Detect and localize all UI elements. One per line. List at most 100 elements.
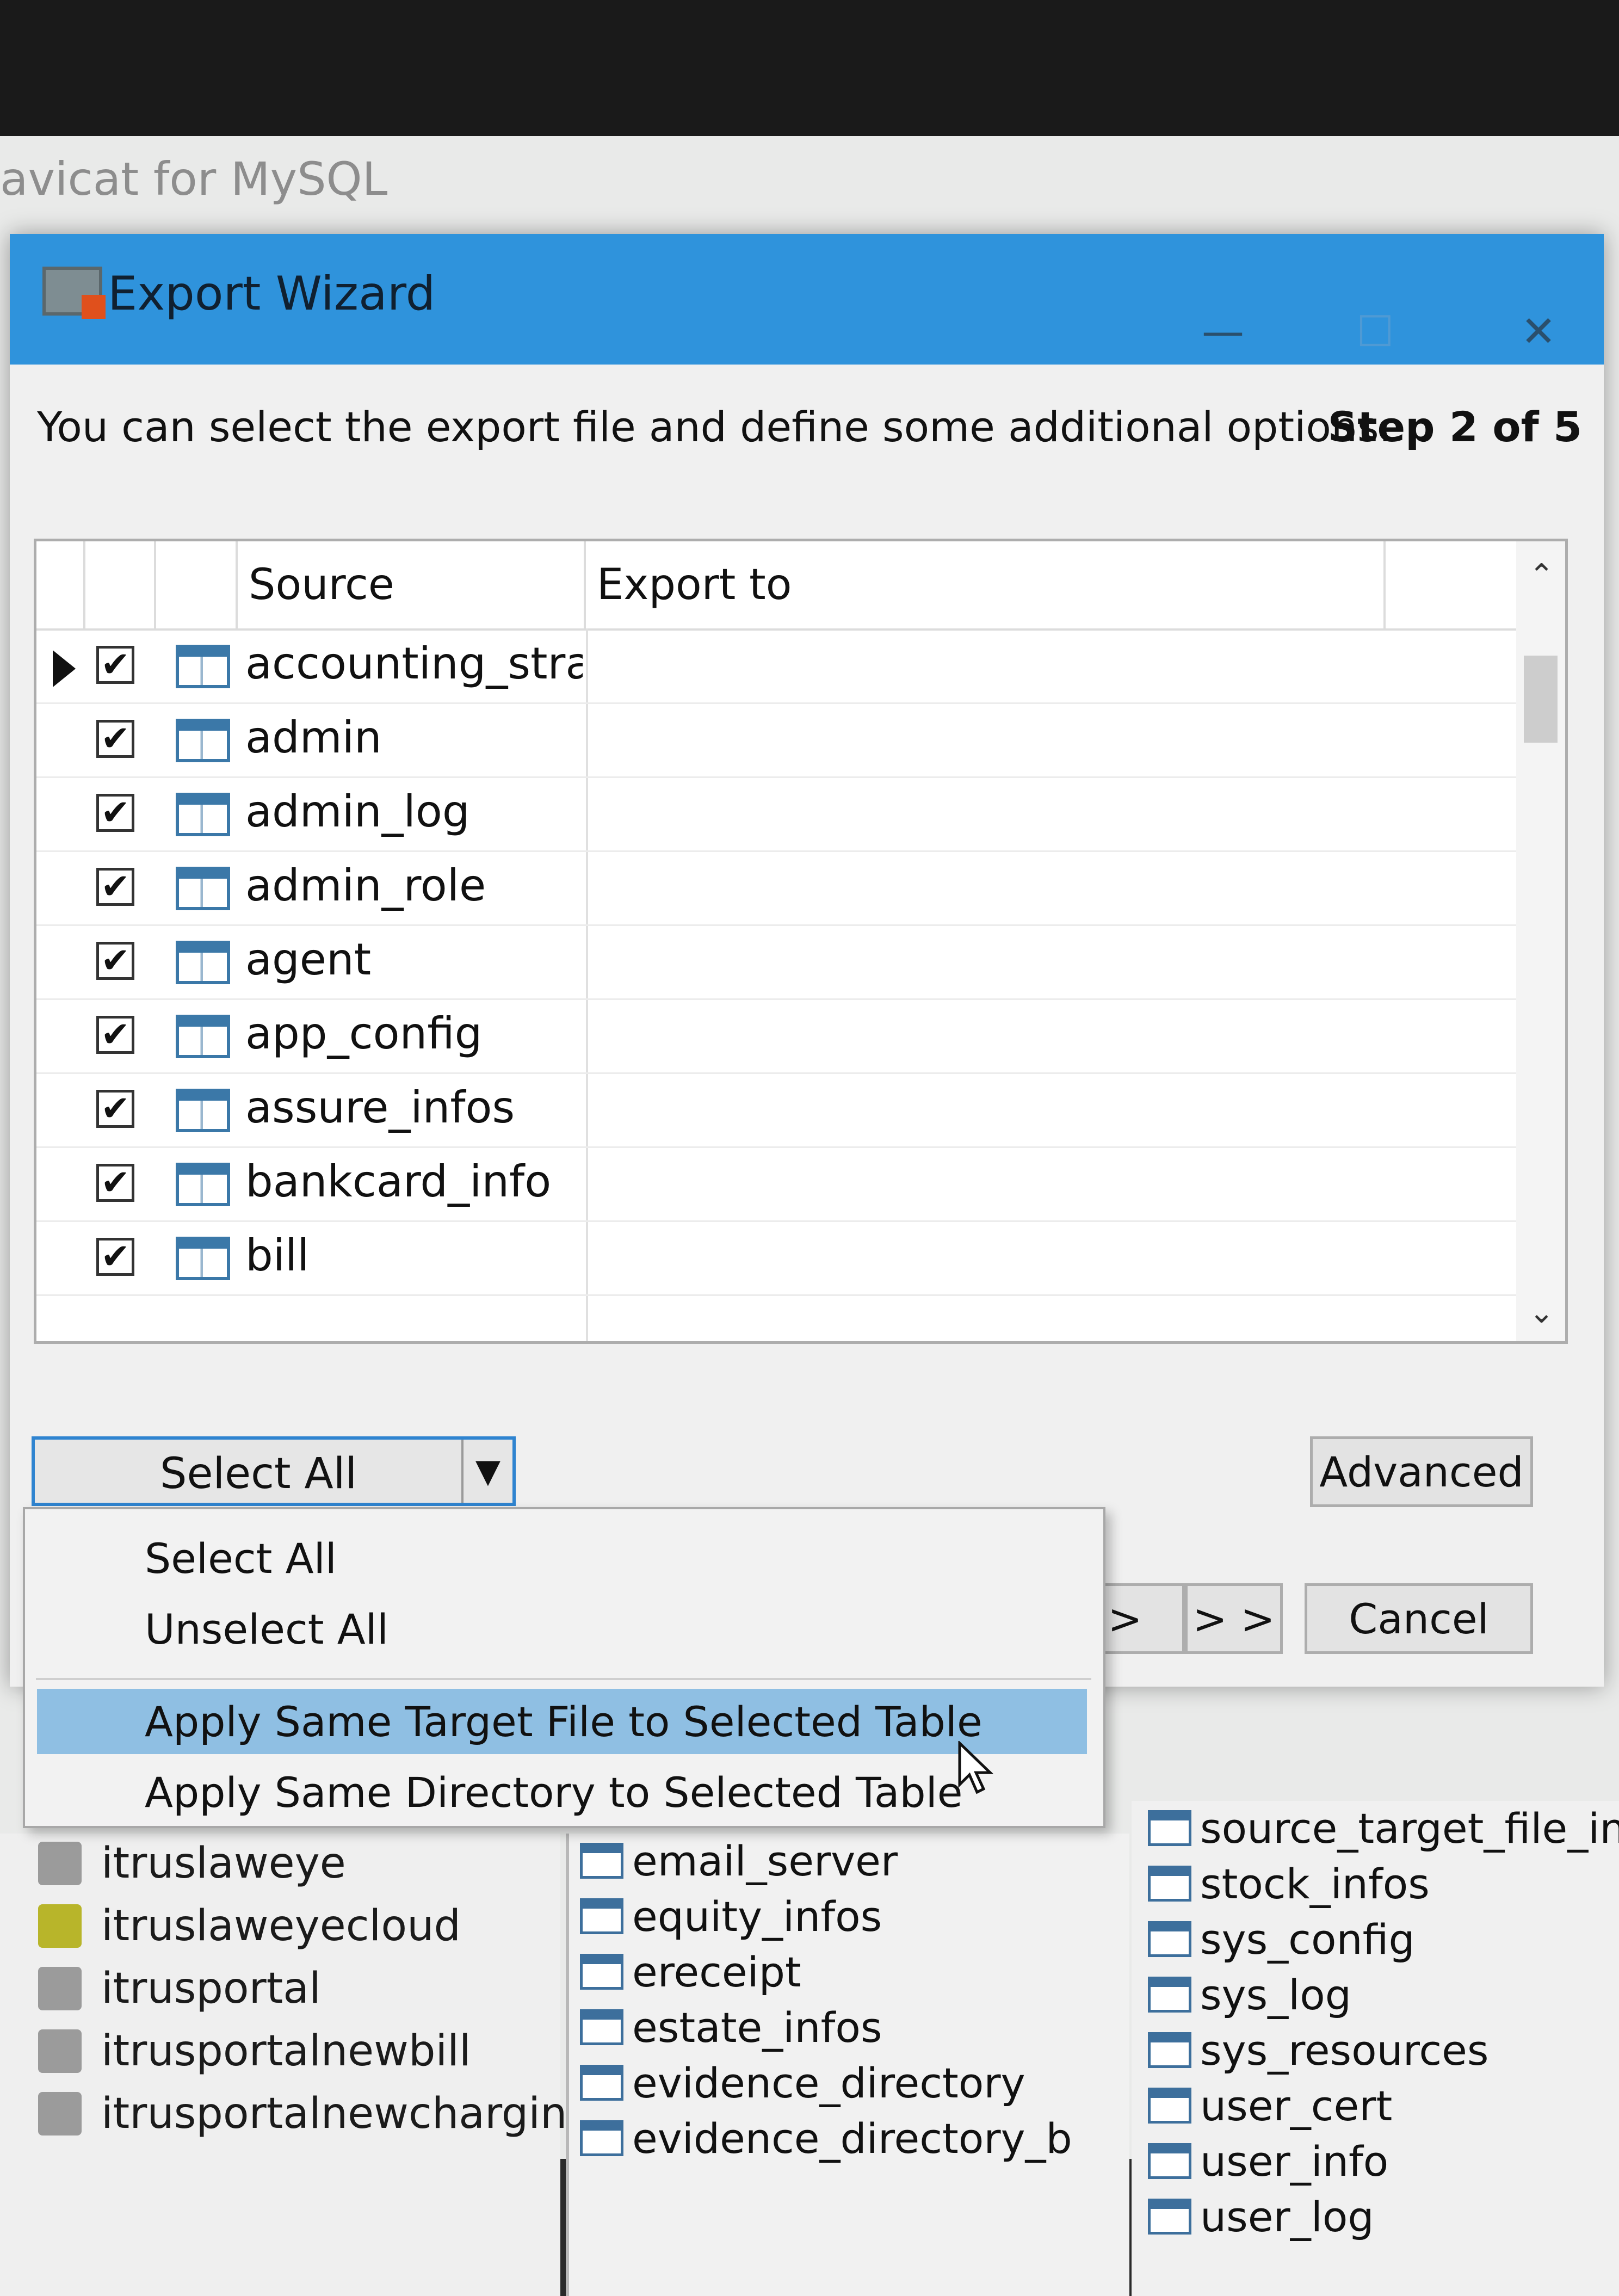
wizard-app-icon (42, 267, 106, 319)
table-item[interactable]: sys_log (1148, 1967, 1351, 2022)
title-bar[interactable]: Export Wizard — ☐ ✕ (10, 234, 1604, 365)
table-item[interactable]: email_server (580, 1834, 898, 1888)
database-item[interactable]: itrusportalnewbill (38, 2021, 471, 2081)
table-icon (176, 1089, 230, 1132)
row-checkbox[interactable]: ✔ (96, 720, 134, 758)
row-checkbox[interactable]: ✔ (96, 1090, 134, 1128)
table-row[interactable]: ✔ admin_role (36, 850, 1527, 926)
table-icon (1148, 1866, 1191, 1902)
table-item[interactable]: user_cert (1148, 2078, 1392, 2133)
app-title: avicat for MySQL (0, 152, 388, 206)
table-item[interactable]: evidence_directory_b (580, 2111, 1072, 2165)
table-row[interactable]: ✔ assure_infos (36, 1072, 1527, 1148)
database-item[interactable]: itruslaweyecloud (38, 1896, 461, 1956)
dropdown-arrow-icon[interactable]: ▼ (461, 1440, 512, 1503)
maximize-button[interactable]: ☐ (1343, 305, 1408, 359)
table-item[interactable]: equity_infos (580, 1889, 882, 1943)
table-icon (176, 1015, 230, 1058)
source-cell: accounting_strat (245, 638, 583, 689)
menu-item-apply-same-directory[interactable]: Apply Same Directory to Selected Table (25, 1760, 1103, 1825)
database-label: itruslaweyecloud (101, 1902, 461, 1951)
table-label: sys_resources (1200, 2026, 1489, 2075)
table-row[interactable]: ✔ bill (36, 1220, 1527, 1296)
source-cell: bill (245, 1230, 310, 1281)
table-label: stock_infos (1200, 1859, 1430, 1908)
table-item[interactable]: source_target_file_info (1148, 1801, 1619, 1855)
table-label: source_target_file_info (1200, 1804, 1619, 1853)
export-wizard-dialog: Export Wizard — ☐ ✕ You can select the e… (10, 234, 1604, 1687)
table-label: estate_infos (632, 2003, 882, 2052)
row-checkbox[interactable]: ✔ (96, 942, 134, 980)
table-row[interactable]: ✔ accounting_strat (36, 628, 1527, 704)
table-item[interactable]: sys_config (1148, 1912, 1415, 1966)
menu-item-select-all[interactable]: Select All (25, 1526, 1103, 1591)
current-row-pointer-icon (53, 650, 76, 687)
table-icon (580, 1954, 623, 1990)
row-checkbox[interactable]: ✔ (96, 1238, 134, 1276)
table-icon (176, 1237, 230, 1280)
row-checkbox[interactable]: ✔ (96, 794, 134, 832)
table-icon (580, 1843, 623, 1879)
minimize-button[interactable]: — (1190, 305, 1256, 359)
source-column-header[interactable]: Source (238, 541, 586, 628)
database-item[interactable]: itruslaweye (38, 1834, 346, 1893)
table-icon (1148, 2143, 1191, 2179)
scroll-up-icon[interactable]: ⌃ (1529, 558, 1554, 593)
export-to-column-header[interactable]: Export to (586, 541, 1386, 628)
row-checkbox[interactable]: ✔ (96, 1016, 134, 1054)
close-button[interactable]: ✕ (1506, 305, 1571, 359)
table-icon (580, 2120, 623, 2156)
table-item[interactable]: sys_resources (1148, 2023, 1488, 2077)
table-item[interactable]: stock_infos (1148, 1856, 1430, 1911)
table-icon (1148, 1810, 1191, 1846)
table-row[interactable]: ✔ admin_log (36, 776, 1527, 852)
row-checkbox[interactable]: ✔ (96, 646, 134, 684)
select-all-combo[interactable]: Select All ▼ (32, 1436, 516, 1506)
table-row[interactable]: ✔ bankcard_info (36, 1146, 1527, 1222)
table-icon (176, 645, 230, 688)
database-item[interactable]: itrusportalnewcharging (38, 2084, 594, 2144)
table-icon (176, 941, 230, 984)
scroll-thumb[interactable] (1524, 656, 1558, 743)
table-item[interactable]: user_log (1148, 2189, 1374, 2244)
table-label: user_log (1200, 2192, 1374, 2241)
table-item[interactable]: user_info (1148, 2134, 1388, 2188)
source-cell: bankcard_info (245, 1156, 552, 1207)
menu-separator (36, 1678, 1091, 1680)
database-label: itruslaweye (101, 1839, 346, 1888)
advanced-button[interactable]: Advanced (1310, 1436, 1533, 1507)
next-button[interactable]: > > (1185, 1583, 1283, 1654)
table-item[interactable]: estate_infos (580, 2000, 882, 2054)
database-list: itruslaweye itruslaweyecloud itrusportal… (0, 1834, 594, 2296)
cancel-button[interactable]: Cancel (1305, 1583, 1533, 1654)
table-row[interactable]: ✔ agent (36, 924, 1527, 1000)
menu-item-unselect-all[interactable]: Unselect All (25, 1596, 1103, 1662)
table-item[interactable]: ereceipt (580, 1945, 801, 1999)
dialog-title: Export Wizard (108, 267, 436, 321)
database-icon (38, 1842, 82, 1885)
icon-column-header (156, 541, 238, 628)
scroll-down-icon[interactable]: ⌄ (1529, 1295, 1554, 1330)
table-list-middle: email_server equity_infos ereceipt estat… (566, 1834, 1129, 2296)
vertical-scrollbar[interactable]: ⌃ ⌄ (1516, 541, 1565, 1341)
table-label: equity_infos (632, 1892, 882, 1941)
source-cell: admin_role (245, 860, 486, 911)
source-cell: admin_log (245, 786, 470, 837)
source-cell: app_config (245, 1008, 483, 1059)
menu-item-apply-same-target-file[interactable]: Apply Same Target File to Selected Table (37, 1689, 1087, 1754)
source-cell: admin (245, 712, 382, 763)
table-label: email_server (632, 1836, 898, 1885)
database-item[interactable]: itrusportal (38, 1959, 321, 2019)
row-checkbox[interactable]: ✔ (96, 1164, 134, 1202)
table-item[interactable]: evidence_directory (580, 2056, 1025, 2110)
table-row[interactable]: ✔ admin (36, 702, 1527, 778)
source-cell: assure_infos (245, 1082, 515, 1133)
table-label: sys_log (1200, 1970, 1352, 2019)
table-label: ereceipt (632, 1947, 801, 1996)
table-icon (1148, 2088, 1191, 2124)
source-cell: agent (245, 934, 372, 985)
table-icon (1148, 1977, 1191, 2013)
row-checkbox[interactable]: ✔ (96, 868, 134, 906)
table-row[interactable]: ✔ app_config (36, 998, 1527, 1074)
select-dropdown-menu: Select All Unselect All Apply Same Targe… (23, 1507, 1105, 1828)
